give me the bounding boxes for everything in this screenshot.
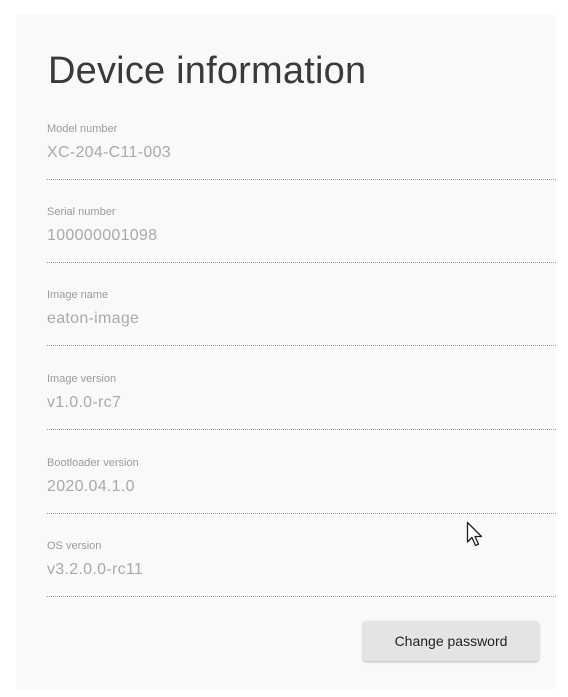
device-info-panel: Device information Model number XC-204-C… <box>16 14 556 690</box>
mouse-pointer-icon <box>466 521 486 549</box>
bootloader-version-label: Bootloader version <box>47 457 139 469</box>
change-password-button[interactable]: Change password <box>363 621 539 661</box>
model-number-label: Model number <box>47 123 118 135</box>
bootloader-version-value: 2020.04.1.0 <box>47 478 135 495</box>
model-number-value: XC-204-C11-003 <box>47 144 171 161</box>
image-version-value: v1.0.0-rc7 <box>47 394 122 411</box>
page-title: Device information <box>48 50 367 92</box>
image-name-field: Image name eaton-image <box>47 289 556 346</box>
bootloader-version-field: Bootloader version 2020.04.1.0 <box>47 457 556 514</box>
image-version-field: Image version v1.0.0-rc7 <box>47 373 556 430</box>
serial-number-value: 100000001098 <box>47 227 158 244</box>
image-name-label: Image name <box>47 289 109 301</box>
os-version-value: v3.2.0.0-rc11 <box>47 561 144 578</box>
serial-number-label: Serial number <box>47 206 116 218</box>
image-version-label: Image version <box>47 373 117 385</box>
image-name-value: eaton-image <box>47 310 140 327</box>
serial-number-field: Serial number 100000001098 <box>47 206 556 263</box>
os-version-label: OS version <box>47 540 102 552</box>
model-number-field: Model number XC-204-C11-003 <box>47 123 556 180</box>
